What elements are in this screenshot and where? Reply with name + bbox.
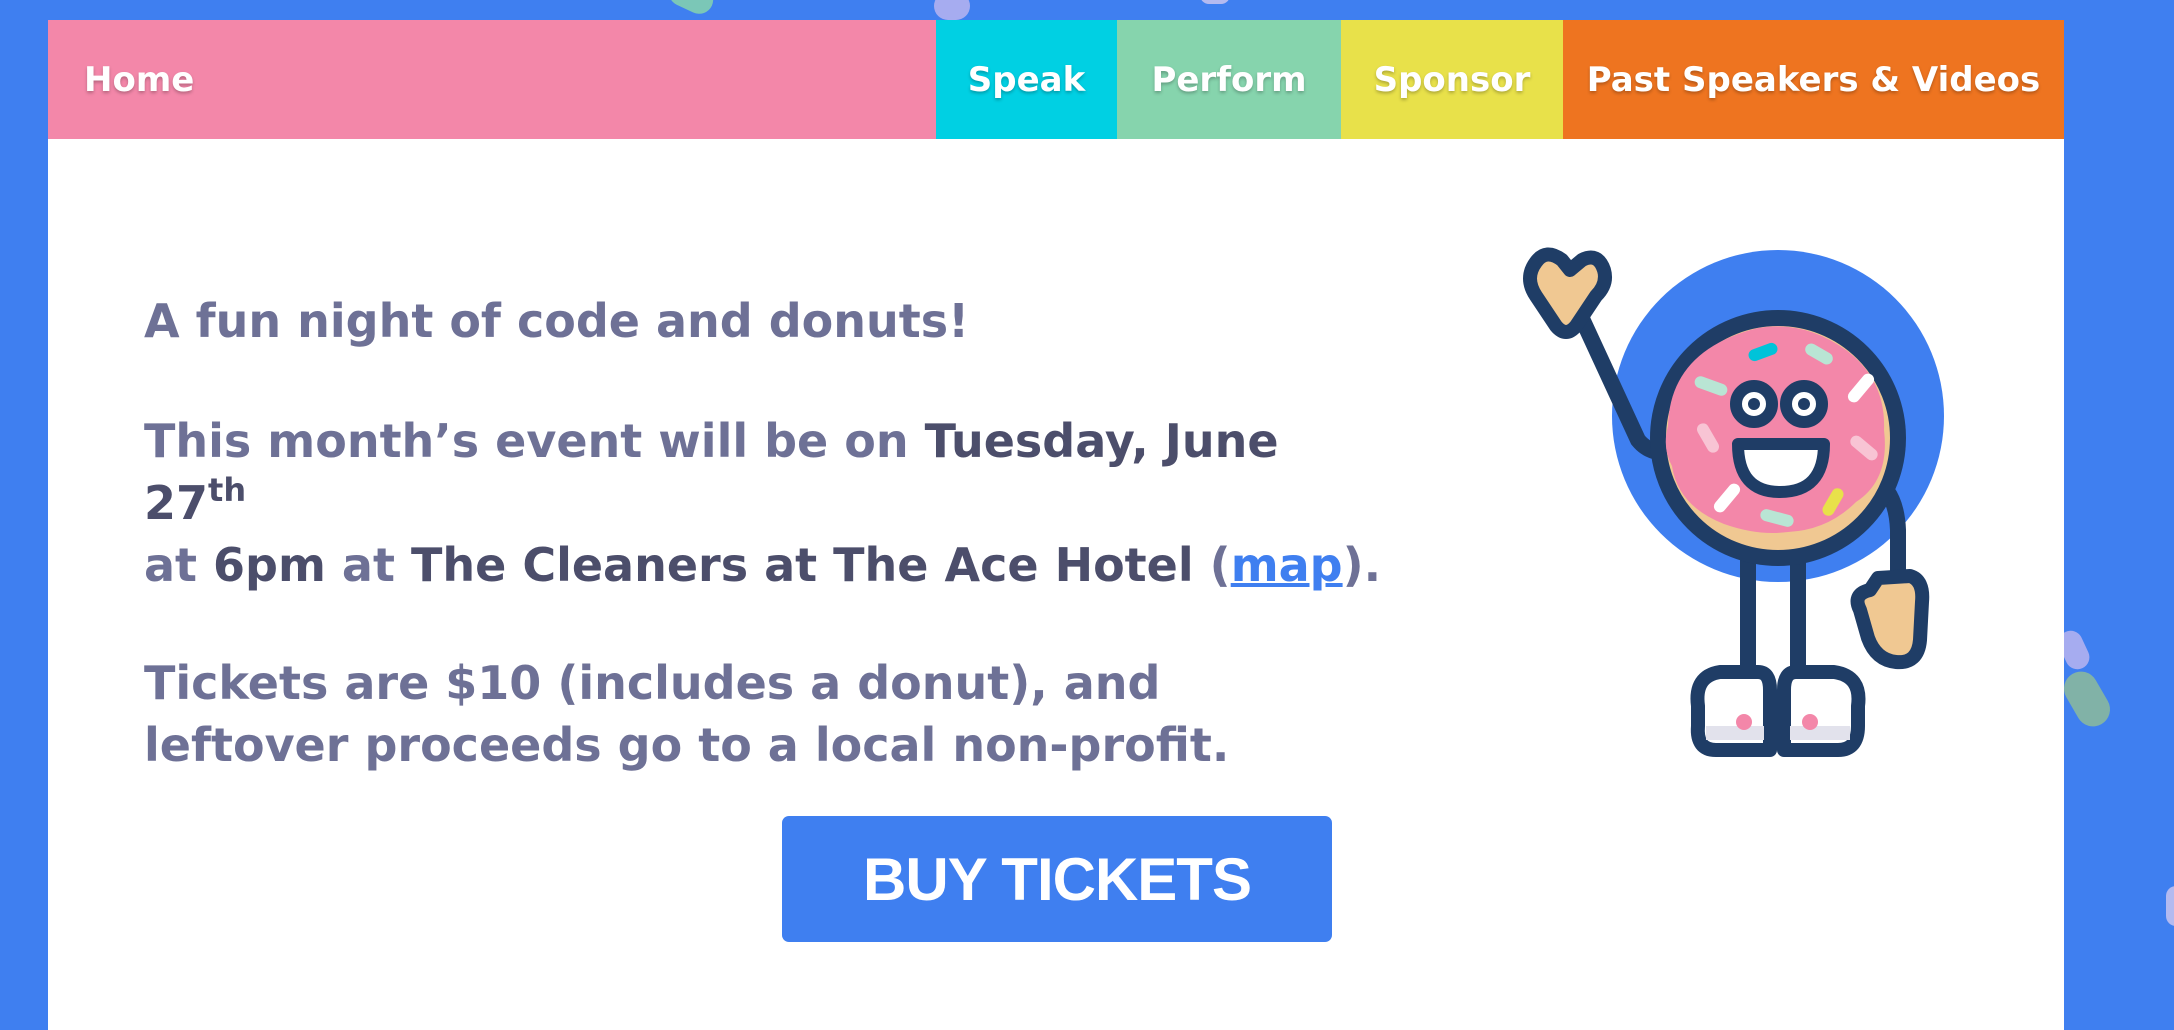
event-at-text-2: at: [325, 538, 411, 592]
nav-sponsor-link[interactable]: Sponsor: [1341, 20, 1563, 139]
top-navigation: Home Speak Perform Sponsor Past Speakers…: [48, 20, 2064, 139]
tickets-info: Tickets are $10 (includes a donut), and …: [144, 656, 1230, 772]
event-prefix: This month’s event will be on: [144, 414, 925, 468]
paren-close: ).: [1342, 538, 1382, 592]
donut-mascot-icon: [1458, 230, 2018, 790]
sprinkle-decoration: [664, 0, 718, 19]
sprinkle-decoration: [934, 0, 970, 20]
main-card: Home Speak Perform Sponsor Past Speakers…: [48, 20, 2064, 1030]
sprinkle-decoration: [1200, 0, 1230, 4]
sprinkle-decoration: [2057, 665, 2117, 733]
nav-past-speakers-link[interactable]: Past Speakers & Videos: [1563, 20, 2064, 139]
map-link[interactable]: map: [1231, 538, 1343, 592]
nav-perform-link[interactable]: Perform: [1117, 20, 1341, 139]
tagline: A fun night of code and donuts!: [144, 294, 970, 348]
paren-open: (: [1193, 538, 1231, 592]
sprinkle-decoration: [2166, 886, 2174, 926]
nav-home-link[interactable]: Home: [48, 20, 936, 139]
nav-speak-link[interactable]: Speak: [936, 20, 1117, 139]
event-details: This month’s event will be on Tuesday, J…: [144, 410, 1384, 596]
event-info: A fun night of code and donuts! This mon…: [144, 290, 1444, 776]
buy-tickets-button[interactable]: BUY TICKETS: [782, 816, 1332, 942]
event-at-text: at: [144, 538, 214, 592]
event-date-suffix: th: [208, 471, 247, 509]
event-venue: The Cleaners at The Ace Hotel: [410, 538, 1194, 592]
event-time: 6pm: [213, 538, 326, 592]
